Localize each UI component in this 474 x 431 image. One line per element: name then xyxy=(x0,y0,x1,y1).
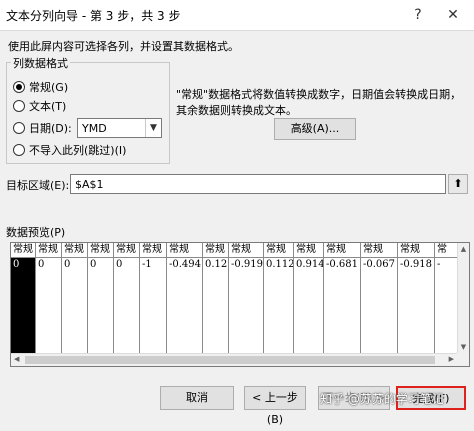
format-description: "常规"数据格式将数值转换成数字，日期值会转换成日期，其余数据则转换成文本。 xyxy=(176,88,462,117)
scroll-thumb[interactable] xyxy=(25,356,435,364)
preview-cell: -0.681 xyxy=(326,259,359,270)
scroll-up-icon[interactable]: ▲ xyxy=(458,245,469,253)
radio-general[interactable]: 常规(G) xyxy=(13,79,68,95)
preview-column[interactable]: 常规 0.112 xyxy=(264,243,294,353)
scroll-down-icon[interactable]: ▼ xyxy=(458,343,469,351)
advanced-button[interactable]: 高级(A)... xyxy=(274,118,356,140)
preview-column[interactable]: 常规 0 xyxy=(11,243,36,353)
preview-cell: - xyxy=(437,259,441,270)
destination-input[interactable] xyxy=(71,175,439,193)
preview-cell: 0.914 xyxy=(296,259,323,270)
radio-date-label: 日期(D): xyxy=(29,122,72,135)
preview-column[interactable]: 常规 0 xyxy=(88,243,114,353)
preview-column[interactable]: 常规 -0.067 xyxy=(361,243,398,353)
help-button[interactable]: ? xyxy=(405,4,431,26)
date-format-value: YMD xyxy=(82,122,107,135)
preview-cell: 0 xyxy=(90,259,97,270)
preview-cell: -0.494 xyxy=(169,259,202,270)
preview-column[interactable]: 常规 0.914 xyxy=(294,243,324,353)
preview-horizontal-scrollbar[interactable]: ◀ ▶ xyxy=(11,353,457,366)
chevron-down-icon[interactable]: ▼ xyxy=(145,119,161,137)
preview-column[interactable]: 常规 -0.918 xyxy=(398,243,435,353)
radio-text[interactable]: 文本(T) xyxy=(13,98,66,114)
preview-column[interactable]: 常规 0 xyxy=(36,243,62,353)
collapse-dialog-button[interactable]: ⬆ xyxy=(448,174,468,194)
preview-column-header[interactable]: 常规 xyxy=(264,243,293,258)
preview-label: 数据预览(P) xyxy=(6,226,66,239)
back-button[interactable]: < 上一步(B) xyxy=(244,386,306,426)
preview-column[interactable]: 常规 -0.681 xyxy=(324,243,361,353)
preview-column-header[interactable]: 常规 xyxy=(294,243,323,258)
preview-column-header[interactable]: 常规 xyxy=(88,243,113,258)
radio-skip[interactable]: 不导入此列(跳过)(I) xyxy=(13,142,126,158)
instruction-text: 使用此屏内容可选择各列，并设置其数据格式。 xyxy=(8,40,239,53)
preview-column-header[interactable]: 常规 xyxy=(361,243,397,258)
preview-column[interactable]: 常规 0 xyxy=(62,243,88,353)
preview-column-header[interactable]: 常 xyxy=(435,243,458,258)
preview-cell: -0.919 xyxy=(231,259,263,270)
date-format-select[interactable]: YMD ▼ xyxy=(77,118,162,138)
preview-column[interactable]: 常规 -0.494 xyxy=(167,243,203,353)
preview-cell: 0.12 xyxy=(205,259,228,270)
preview-column-header[interactable]: 常规 xyxy=(36,243,61,258)
preview-cell: 0 xyxy=(64,259,71,270)
preview-cell: 0 xyxy=(116,259,123,270)
preview-column-header[interactable]: 常规 xyxy=(229,243,263,258)
finish-button[interactable]: 完成(F) xyxy=(396,386,466,410)
window-title: 文本分列向导 - 第 3 步，共 3 步 xyxy=(6,9,181,23)
preview-cell: -0.067 xyxy=(363,259,396,270)
preview-column-header[interactable]: 常规 xyxy=(167,243,202,258)
preview-column[interactable]: 常规 -0.919 xyxy=(229,243,264,353)
column-format-legend: 列数据格式 xyxy=(11,55,70,71)
preview-cell: 0.112 xyxy=(266,259,293,270)
scroll-right-icon[interactable]: ▶ xyxy=(449,355,454,363)
destination-field[interactable] xyxy=(70,174,446,194)
close-button[interactable]: ✕ xyxy=(440,4,466,26)
destination-label: 目标区域(E): xyxy=(6,179,70,192)
radio-date-circle[interactable] xyxy=(13,122,25,134)
preview-column[interactable]: 常规 0.12 xyxy=(203,243,229,353)
preview-cell: 0 xyxy=(38,259,45,270)
preview-column-header[interactable]: 常规 xyxy=(324,243,360,258)
radio-date[interactable]: 日期(D): xyxy=(13,120,72,136)
preview-cell: -1 xyxy=(142,259,152,270)
preview-vertical-scrollbar[interactable]: ▲ ▼ xyxy=(457,243,469,353)
radio-text-label: 文本(T) xyxy=(29,100,67,113)
radio-general-label: 常规(G) xyxy=(29,81,69,94)
preview-columns: 常规 0 常规 0 常规 0 常规 0 常规 0 常规 -1 常规 -0.494… xyxy=(11,243,459,353)
cancel-button[interactable]: 取消 xyxy=(160,386,234,410)
preview-cell: -0.918 xyxy=(400,259,433,270)
preview-column[interactable]: 常规 -1 xyxy=(140,243,167,353)
radio-general-circle[interactable] xyxy=(13,81,25,93)
next-button[interactable]: 下一步(N) > xyxy=(318,386,390,410)
scrollbar-corner xyxy=(457,353,469,366)
radio-text-circle[interactable] xyxy=(13,100,25,112)
preview-column[interactable]: 常 - xyxy=(435,243,459,353)
preview-column[interactable]: 常规 0 xyxy=(114,243,140,353)
preview-column-header[interactable]: 常规 xyxy=(62,243,87,258)
radio-skip-circle[interactable] xyxy=(13,144,25,156)
preview-column-header[interactable]: 常规 xyxy=(398,243,434,258)
preview-cell: 0 xyxy=(13,259,20,270)
radio-skip-label: 不导入此列(跳过)(I) xyxy=(29,144,127,157)
data-preview[interactable]: 常规 0 常规 0 常规 0 常规 0 常规 0 常规 -1 常规 -0.494… xyxy=(10,242,470,367)
scroll-left-icon[interactable]: ◀ xyxy=(14,355,19,363)
arrow-up-icon: ⬆ xyxy=(453,177,463,190)
preview-column-header[interactable]: 常规 xyxy=(140,243,166,258)
preview-column-header[interactable]: 常规 xyxy=(203,243,228,258)
preview-column-header[interactable]: 常规 xyxy=(11,243,35,258)
preview-column-header[interactable]: 常规 xyxy=(114,243,139,258)
title-bar: 文本分列向导 - 第 3 步，共 3 步 ? ✕ xyxy=(0,0,474,31)
